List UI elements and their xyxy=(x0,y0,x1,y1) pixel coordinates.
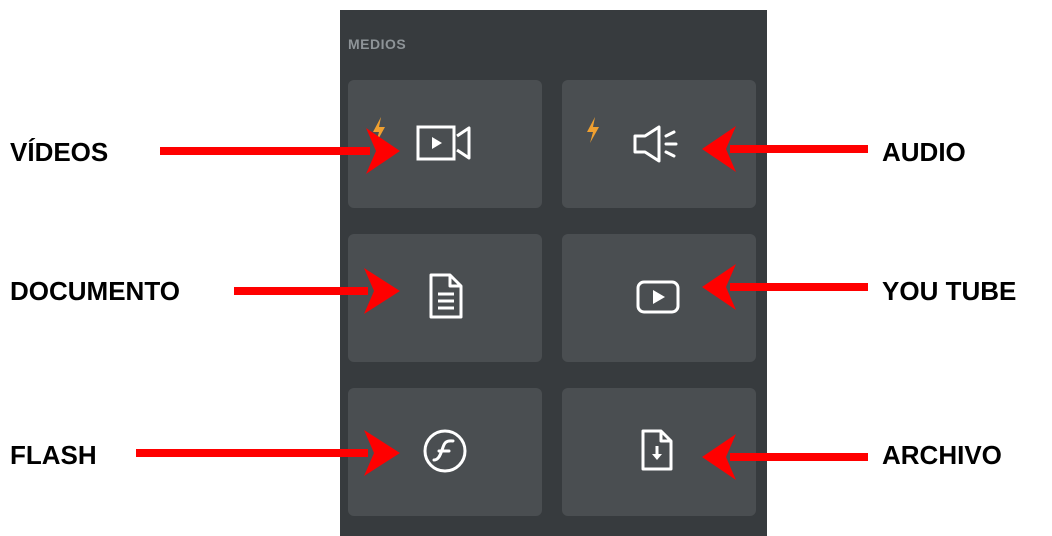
arrow-document xyxy=(234,268,400,314)
label-document: DOCUMENTO xyxy=(10,276,180,306)
arrow-youtube xyxy=(702,264,868,310)
arrow-file xyxy=(702,434,868,480)
label-audio: AUDIO xyxy=(882,137,966,167)
label-youtube: YOU TUBE xyxy=(882,276,1017,306)
arrow-videos xyxy=(160,128,400,174)
arrow-flash xyxy=(136,430,400,476)
arrow-audio xyxy=(702,126,868,172)
label-flash: FLASH xyxy=(10,440,97,470)
label-file: ARCHIVO xyxy=(882,440,1002,470)
label-videos: VÍDEOS xyxy=(10,137,109,167)
